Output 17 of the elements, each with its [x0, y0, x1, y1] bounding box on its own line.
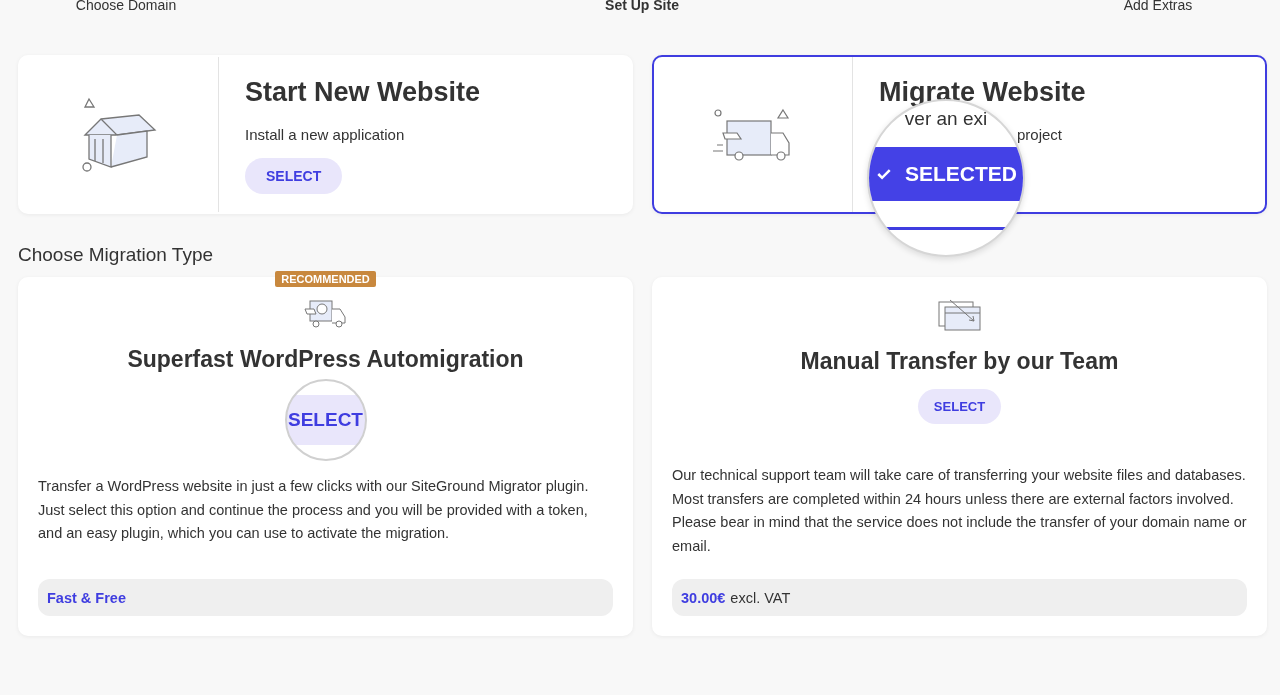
price-value: Fast & Free	[47, 589, 126, 606]
card-title: Superfast WordPress Automigration	[127, 346, 524, 373]
recommended-badge: RECOMMENDED	[275, 271, 376, 287]
step-label: Add Extras	[1123, 0, 1193, 14]
step-label: Choose Domain	[75, 0, 177, 14]
magnified-text: ver an exi	[904, 107, 988, 131]
step-label: Set Up Site	[605, 0, 679, 14]
card-title: Start New Website	[245, 77, 481, 108]
card-description: Transfer a WordPress website in just a few clicks with our SiteGround Migrator plugin. Just select this option and continue the process and you will be provided with a token, and an easy plugin, which you can use to activate the migration.	[38, 477, 590, 543]
card-description: Our technical support team will take care of transferring your website files and databases. Most transfers are completed within 24 hours unless there are external factors involved. Please bear in mind that the service does not include the transfer of your domain name or email.	[672, 466, 1247, 556]
card-title: Migrate Website	[879, 77, 1086, 108]
section-heading: Choose Migration Type	[18, 244, 215, 267]
card-description: project	[1017, 126, 1063, 143]
price-value: 30.00€	[681, 589, 726, 606]
card-title: Manual Transfer by our Team	[800, 348, 1119, 375]
price-note: excl. VAT	[730, 589, 791, 606]
card-description: Install a new application	[245, 126, 405, 143]
